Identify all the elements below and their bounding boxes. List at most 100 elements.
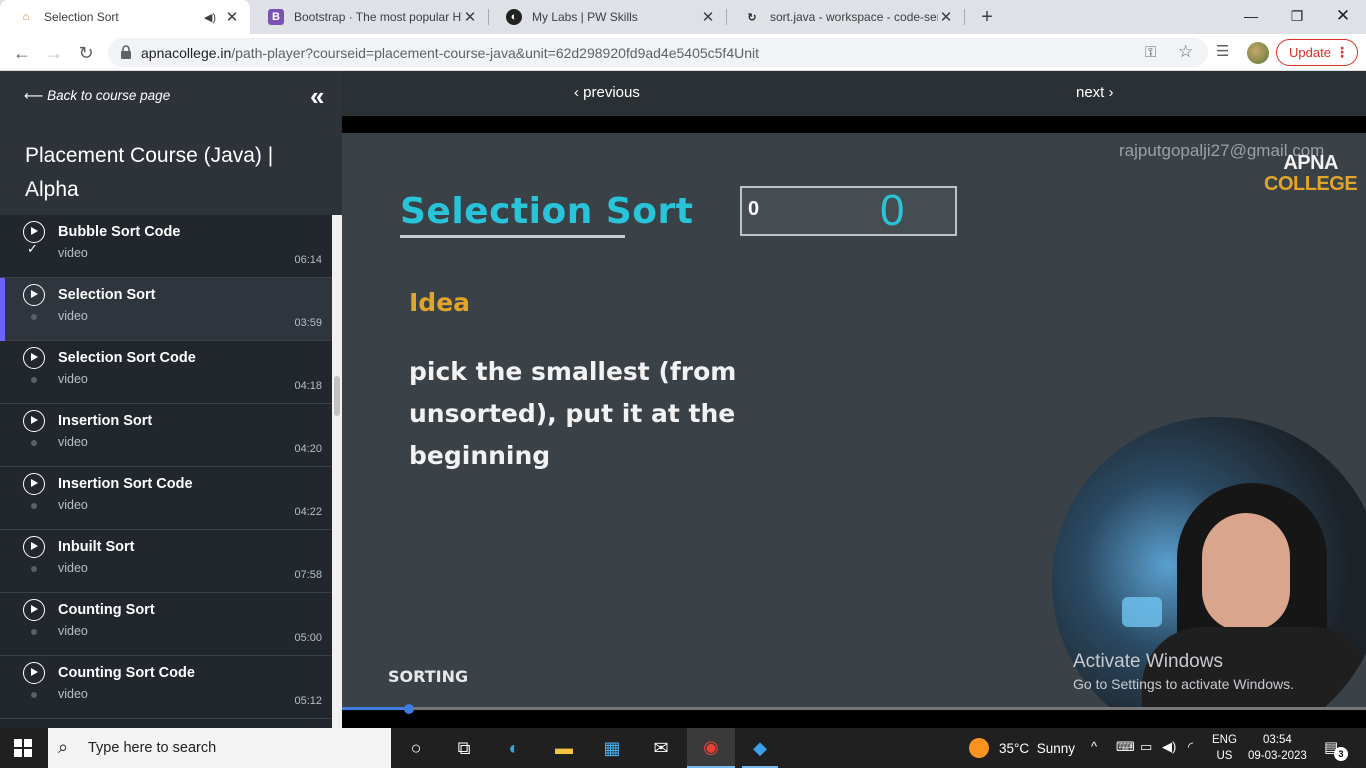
- weather-text: Sunny: [1036, 740, 1075, 756]
- lesson-item[interactable]: Insertion Sort video 04:20: [0, 404, 332, 467]
- lesson-item[interactable]: Selection Sort video 03:59: [0, 278, 332, 341]
- edge-icon[interactable]: ◐: [490, 728, 538, 768]
- mail-icon[interactable]: ✉: [637, 728, 685, 768]
- previous-button[interactable]: ‹ previous: [574, 84, 640, 101]
- tab-title: sort.java - workspace - code-server: [770, 10, 938, 24]
- tab-separator: [964, 9, 965, 25]
- play-circle-icon: [23, 221, 45, 243]
- taskbar-search[interactable]: ⌕ Type here to search: [48, 728, 391, 768]
- activate-subtitle: Go to Settings to activate Windows.: [1073, 676, 1294, 692]
- windows-start-icon[interactable]: [14, 739, 32, 757]
- play-circle-icon: [23, 536, 45, 558]
- close-tab-icon[interactable]: ✕: [462, 9, 478, 26]
- lesson-name: Selection Sort: [58, 287, 156, 303]
- tab-bootstrap[interactable]: B Bootstrap · The most popular HTML ✕: [250, 0, 488, 34]
- left-arrow-icon: ⟵: [24, 88, 44, 103]
- menu-dots-icon[interactable]: ⋮: [1335, 44, 1349, 61]
- show-hidden-icons-chevron-icon[interactable]: ^: [1091, 739, 1097, 754]
- volume-icon[interactable]: ◀): [1162, 739, 1176, 755]
- reading-list-icon[interactable]: ☰: [1216, 42, 1229, 60]
- lesson-item[interactable]: Inbuilt Sort video 07:58: [0, 530, 332, 593]
- wifi-icon[interactable]: ◜: [1188, 739, 1193, 755]
- close-window-icon[interactable]: ✕: [1320, 0, 1366, 32]
- logo-line-college: COLLEGE: [1264, 173, 1358, 195]
- lesson-type: video: [58, 498, 88, 512]
- sidebar-scroll-thumb[interactable]: [334, 376, 340, 416]
- sorting-label: SORTING: [388, 667, 469, 686]
- lesson-name: Counting Sort: [58, 602, 155, 618]
- speaker-icon[interactable]: ◀): [204, 11, 216, 24]
- close-tab-icon[interactable]: ✕: [938, 9, 954, 26]
- chrome-icon[interactable]: ◉: [687, 728, 735, 768]
- url-text[interactable]: apnacollege.in/path-player?courseid=plac…: [141, 45, 759, 61]
- lesson-type: video: [58, 435, 88, 449]
- clock-date: 09-03-2023: [1248, 750, 1307, 762]
- lesson-type: video: [58, 624, 88, 638]
- lesson-type: video: [58, 561, 88, 575]
- status-dot: [31, 566, 37, 572]
- lesson-name: Counting Sort Code: [58, 665, 195, 681]
- status-dot: [31, 629, 37, 635]
- file-explorer-icon[interactable]: ▬: [540, 728, 588, 768]
- collapse-sidebar-icon[interactable]: «: [310, 81, 324, 112]
- lesson-item[interactable]: Counting Sort video 05:00: [0, 593, 332, 656]
- notification-center-icon[interactable]: ▤ 3: [1324, 738, 1348, 761]
- microsoft-store-icon[interactable]: ▦: [588, 728, 636, 768]
- tab-pw-skills[interactable]: ◐ My Labs | PW Skills ✕: [488, 0, 726, 34]
- forward-arrow-icon[interactable]: →: [41, 40, 67, 66]
- url-host: apnacollege.in: [141, 45, 232, 61]
- lesson-duration: 05:12: [294, 695, 322, 707]
- cortana-icon[interactable]: ○: [392, 728, 440, 768]
- lesson-item[interactable]: Counting Sort Code video 05:12: [0, 656, 332, 719]
- update-button[interactable]: Update ⋮: [1276, 39, 1358, 66]
- notification-count-badge: 3: [1334, 747, 1348, 761]
- update-label: Update: [1289, 45, 1331, 60]
- restore-window-icon[interactable]: ❐: [1274, 0, 1320, 32]
- next-button[interactable]: next ›: [1076, 84, 1114, 101]
- lesson-duration: 03:59: [294, 317, 322, 329]
- status-dot: [31, 314, 37, 320]
- lesson-name: Inbuilt Sort: [58, 539, 135, 555]
- idea-text: pick the smallest (from unsorted), put i…: [409, 357, 737, 470]
- video-progress-handle[interactable]: [404, 704, 414, 714]
- slide-title: Selection Sort: [400, 191, 694, 232]
- status-dot: [31, 440, 37, 446]
- sidebar-scrollbar[interactable]: [332, 215, 342, 728]
- tab-selection-sort[interactable]: ⌂ Selection Sort ◀) ✕: [0, 0, 250, 34]
- lesson-item[interactable]: Selection Sort Code video 04:18: [0, 341, 332, 404]
- profile-avatar[interactable]: [1247, 42, 1269, 64]
- meet-now-icon[interactable]: ⌨: [1116, 739, 1135, 755]
- bookmark-star-icon[interactable]: ☆: [1178, 42, 1193, 62]
- battery-icon[interactable]: ▭: [1140, 739, 1152, 755]
- lesson-nav-bar: ‹ previous next ›: [342, 71, 1366, 116]
- language-indicator[interactable]: ENG US: [1212, 732, 1237, 764]
- minimize-window-icon[interactable]: —: [1228, 0, 1274, 32]
- reload-icon[interactable]: ↻: [73, 40, 99, 66]
- idea-heading: Idea: [409, 288, 471, 317]
- video-top-bar: [342, 116, 1366, 133]
- close-tab-icon[interactable]: ✕: [224, 9, 240, 26]
- vscode-icon[interactable]: ◆: [736, 728, 784, 768]
- taskbar-clock[interactable]: 03:54 09-03-2023: [1248, 732, 1307, 764]
- lesson-item[interactable]: Insertion Sort Code video 04:22: [0, 467, 332, 530]
- search-placeholder: Type here to search: [88, 740, 217, 756]
- video-player[interactable]: Selection Sort 0 0 Idea pick the smalles…: [342, 133, 1366, 708]
- back-to-course-link[interactable]: ⟵ Back to course page: [24, 88, 170, 104]
- task-view-icon[interactable]: ⧉: [440, 728, 488, 768]
- lock-icon[interactable]: [120, 45, 132, 59]
- new-tab-plus-icon[interactable]: +: [975, 5, 999, 29]
- back-arrow-icon[interactable]: ←: [9, 40, 35, 66]
- weather-widget[interactable]: 35°C Sunny: [969, 738, 1075, 758]
- video-progress-track[interactable]: [342, 707, 1366, 710]
- tab-code-server[interactable]: ↻ sort.java - workspace - code-server ✕: [726, 0, 964, 34]
- counter-big: 0: [880, 186, 905, 235]
- key-icon[interactable]: ⚿: [1145, 44, 1156, 61]
- lesson-duration: 07:58: [294, 569, 322, 581]
- lesson-item[interactable]: ✓ Bubble Sort Code video 06:14: [0, 215, 332, 278]
- address-bar[interactable]: apnacollege.in/path-player?courseid=plac…: [108, 38, 1208, 67]
- status-dot: [31, 503, 37, 509]
- sun-icon: [969, 738, 989, 758]
- lesson-duration: 04:20: [294, 443, 322, 455]
- close-tab-icon[interactable]: ✕: [700, 9, 716, 26]
- video-controls-area: [342, 708, 1366, 728]
